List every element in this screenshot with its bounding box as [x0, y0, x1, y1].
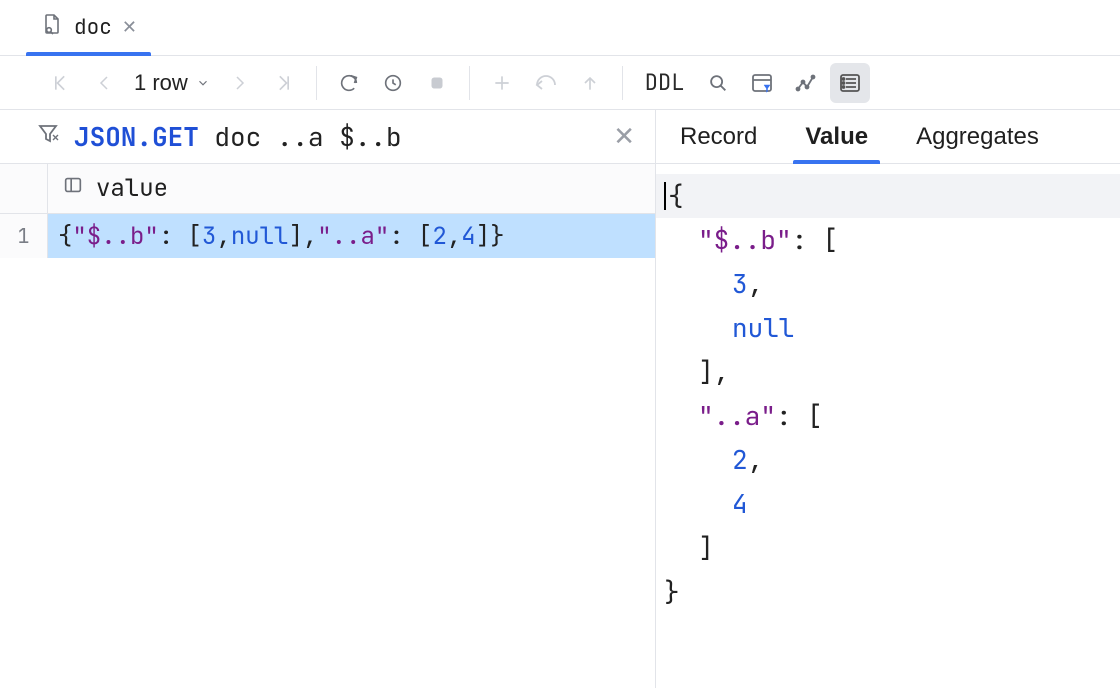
row-count-label: 1 row — [134, 70, 188, 96]
detail-tab-aggregates[interactable]: Aggregates — [912, 111, 1043, 163]
add-row-button[interactable] — [482, 63, 522, 103]
json-line: null — [664, 306, 1110, 350]
filter-button[interactable] — [742, 63, 782, 103]
toolbar-separator — [469, 66, 470, 100]
chart-button[interactable] — [786, 63, 826, 103]
results-toolbar: 1 row DDL — [0, 56, 1120, 110]
page-prev-button[interactable] — [84, 63, 124, 103]
detail-pane: Record Value Aggregates {"$..b": [3,null],… — [656, 110, 1120, 688]
detail-tab-record[interactable]: Record — [676, 111, 761, 163]
close-tab-icon[interactable]: ✕ — [122, 17, 137, 38]
json-line: 2, — [664, 438, 1110, 482]
json-line: 3, — [664, 262, 1110, 306]
detail-view-button[interactable] — [830, 63, 870, 103]
page-first-button[interactable] — [40, 63, 80, 103]
editor-tabstrip: doc ✕ — [0, 0, 1120, 56]
reload-button[interactable] — [329, 63, 369, 103]
detail-tabs: Record Value Aggregates — [656, 110, 1120, 164]
page-last-button[interactable] — [264, 63, 304, 103]
toolbar-separator — [316, 66, 317, 100]
page-next-button[interactable] — [220, 63, 260, 103]
row-count-dropdown[interactable]: 1 row — [128, 70, 216, 96]
table-row[interactable]: 1{"$..b": [3, null], "..a": [2, 4]} — [0, 214, 655, 258]
column-header-label: value — [96, 173, 168, 204]
gutter-header — [0, 164, 48, 213]
editor-tab-doc[interactable]: doc ✕ — [26, 0, 151, 55]
query-text[interactable]: JSON.GET doc ..a $..b — [74, 119, 402, 154]
clear-query-icon[interactable]: ✕ — [613, 121, 641, 152]
revert-button[interactable] — [526, 63, 566, 103]
json-line: "$..b": [ — [664, 218, 1110, 262]
json-line: ] — [664, 526, 1110, 570]
main-split: JSON.GET doc ..a $..b ✕ value 1{"$..b": … — [0, 110, 1120, 688]
file-icon — [40, 12, 64, 42]
results-header: value — [0, 164, 655, 214]
cell-value[interactable]: {"$..b": [3, null], "..a": [2, 4]} — [48, 214, 655, 258]
detail-tab-value[interactable]: Value — [801, 111, 872, 163]
json-line: 4 — [664, 482, 1110, 526]
submit-button[interactable] — [570, 63, 610, 103]
column-icon — [62, 174, 84, 203]
json-line: } — [664, 570, 1110, 614]
stop-button — [417, 63, 457, 103]
toolbar-separator — [622, 66, 623, 100]
value-json-view[interactable]: {"$..b": [3,null],"..a": [2,4]} — [656, 164, 1120, 624]
search-button[interactable] — [698, 63, 738, 103]
editor-tab-label: doc — [74, 14, 112, 41]
json-line: "..a": [ — [664, 394, 1110, 438]
results-body: 1{"$..b": [3, null], "..a": [2, 4]} — [0, 214, 655, 258]
column-header-value[interactable]: value — [48, 164, 655, 213]
row-index: 1 — [0, 214, 48, 258]
filter-icon[interactable] — [36, 121, 60, 152]
ddl-button[interactable]: DDL — [635, 63, 695, 103]
json-line: { — [656, 174, 1120, 218]
json-line: ], — [664, 350, 1110, 394]
results-pane: JSON.GET doc ..a $..b ✕ value 1{"$..b": … — [0, 110, 656, 688]
query-filter-row: JSON.GET doc ..a $..b ✕ — [0, 110, 655, 164]
history-button[interactable] — [373, 63, 413, 103]
